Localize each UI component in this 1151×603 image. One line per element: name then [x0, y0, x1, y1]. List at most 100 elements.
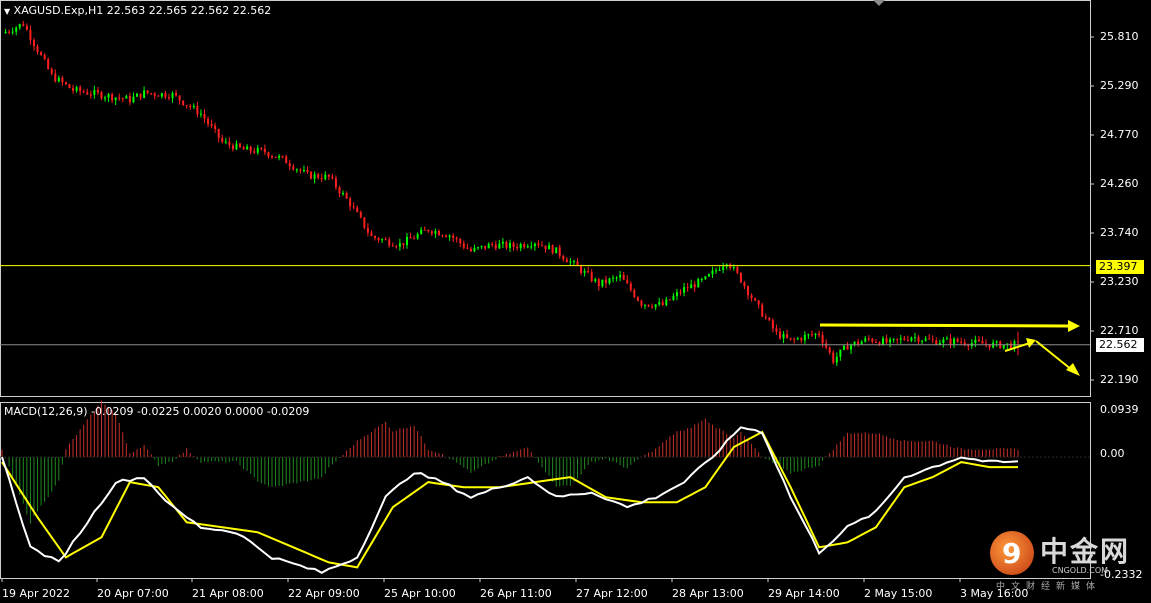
candle-body — [590, 272, 593, 282]
candle-body — [612, 277, 615, 279]
candle-body — [445, 235, 448, 238]
candle-body — [121, 98, 124, 100]
candle-body — [487, 243, 490, 249]
candle-body — [690, 284, 693, 289]
candle-body — [29, 29, 32, 41]
candle-body — [295, 169, 298, 171]
price-chart[interactable] — [0, 0, 1151, 603]
candle-body — [622, 274, 625, 280]
candle-body — [633, 290, 636, 298]
candle-body — [544, 245, 547, 250]
candle-body — [125, 95, 128, 99]
candle-body — [565, 259, 568, 263]
candle-body — [75, 87, 78, 91]
candle-body — [604, 279, 607, 284]
candle-body — [505, 241, 508, 248]
candle-body — [36, 46, 39, 53]
candle-body — [643, 304, 646, 306]
symbol-ohlc: XAGUSD.Exp,H1 22.563 22.565 22.562 22.56… — [13, 4, 272, 17]
candle-body — [143, 90, 146, 98]
candle-body — [473, 247, 476, 252]
candle-body — [118, 97, 121, 99]
candle-body — [192, 105, 195, 108]
time-axis-label: 28 Apr 13:00 — [672, 587, 744, 600]
candle-body — [601, 279, 604, 287]
candle-body — [867, 338, 870, 340]
candle-body — [228, 141, 231, 146]
candle-body — [583, 270, 586, 273]
candle-body — [391, 245, 394, 247]
candle-body — [555, 247, 558, 254]
candle-body — [548, 245, 551, 250]
candle-body — [164, 93, 167, 98]
candle-body — [842, 345, 845, 350]
candle-body — [413, 238, 416, 240]
candle-body — [942, 339, 945, 343]
candle-body — [430, 231, 433, 234]
candle-body — [615, 277, 618, 279]
candle-body — [89, 94, 92, 96]
candle-body — [25, 25, 28, 30]
candle-body — [562, 255, 565, 260]
candle-body — [658, 302, 661, 305]
candle-body — [810, 334, 813, 336]
candle-body — [874, 341, 877, 343]
candle-body — [477, 247, 480, 249]
candle-body — [423, 229, 426, 231]
candle-body — [239, 143, 242, 148]
candle-body — [747, 286, 750, 296]
candle-body — [608, 278, 611, 284]
candle-body — [711, 270, 714, 275]
candle-body — [654, 304, 657, 308]
candle-body — [338, 187, 341, 194]
candle-body — [647, 304, 650, 307]
candle-body — [402, 243, 405, 246]
candle-body — [629, 283, 632, 291]
logo-url: CNGOLD.COM — [1052, 566, 1109, 575]
price-axis-label: 24.260 — [1100, 177, 1139, 190]
candle-body — [40, 52, 43, 56]
candle-body — [409, 236, 412, 239]
candle-body — [79, 87, 82, 92]
candle-body — [736, 267, 739, 273]
candle-body — [462, 243, 465, 248]
candle-body — [405, 236, 408, 246]
candle-body — [153, 93, 156, 96]
candle-body — [104, 97, 107, 99]
candle-body — [196, 105, 199, 115]
candle-body — [1002, 344, 1005, 349]
candle-body — [292, 166, 295, 170]
candle-body — [47, 59, 50, 69]
candle-body — [924, 338, 927, 341]
candle-body — [516, 247, 519, 249]
logo-tagline: 中文财经新媒体 — [996, 582, 1102, 592]
candle-body — [494, 244, 497, 249]
candle-body — [207, 118, 210, 124]
candle-body — [814, 333, 817, 335]
candle-body — [320, 177, 323, 180]
candle-body — [782, 334, 785, 339]
candle-body — [18, 24, 21, 28]
price-axis-label: 22.710 — [1100, 324, 1139, 337]
candle-body — [448, 235, 451, 238]
candle-body — [885, 338, 888, 343]
candle-body — [953, 338, 956, 345]
candle-body — [221, 137, 224, 142]
candle-body — [839, 349, 842, 357]
candle-body — [345, 193, 348, 199]
candle-body — [466, 247, 469, 249]
candle-body — [96, 90, 99, 93]
candle-body — [704, 276, 707, 279]
candle-body — [889, 339, 892, 343]
collapse-triangle-icon[interactable]: ▼ — [4, 7, 10, 16]
candle-body — [8, 31, 11, 33]
candle-body — [832, 352, 835, 363]
candle-body — [199, 113, 202, 115]
candle-body — [661, 302, 664, 306]
candle-body — [821, 335, 824, 344]
candle-body — [455, 238, 458, 240]
candle-body — [107, 94, 110, 98]
candle-body — [157, 95, 160, 97]
candle-body — [626, 279, 629, 284]
candle-body — [793, 339, 796, 341]
